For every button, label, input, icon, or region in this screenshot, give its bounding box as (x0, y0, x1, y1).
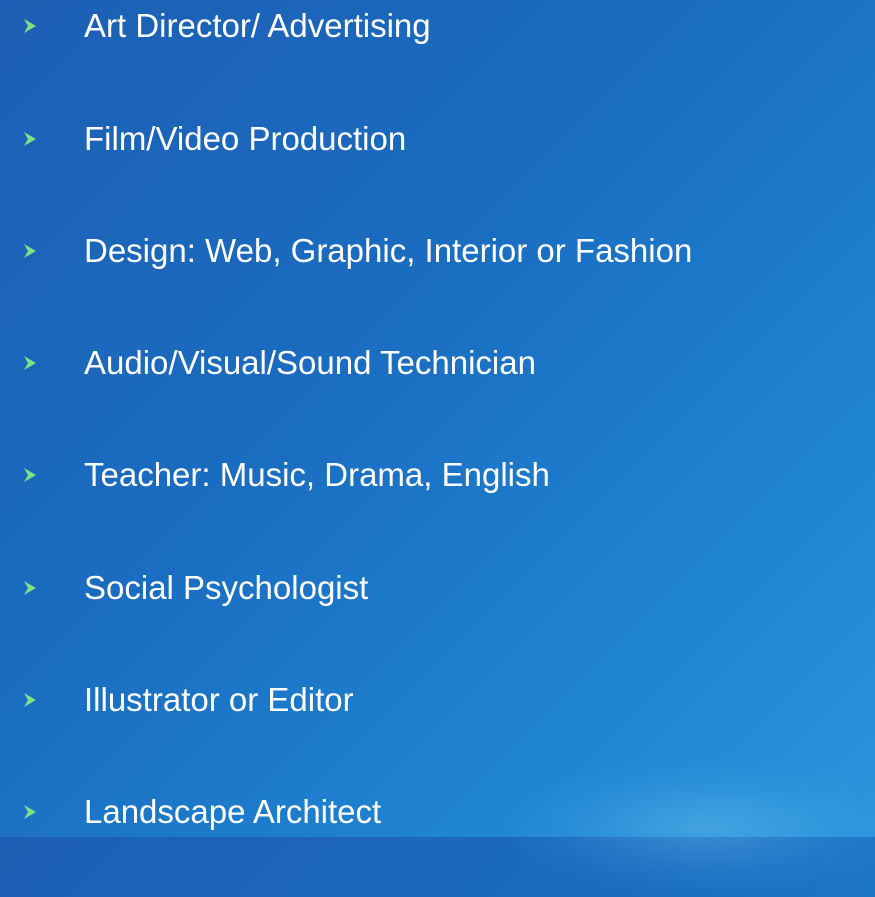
list-item: Film/Video Production (0, 114, 875, 164)
arrow-bullet-icon (22, 353, 38, 373)
list-item-label: Landscape Architect (84, 793, 382, 830)
list-item-label: Audio/Visual/Sound Technician (84, 344, 536, 381)
arrow-bullet-icon (22, 578, 38, 598)
list-item-label: Illustrator or Editor (84, 681, 354, 718)
list-item: Teacher: Music, Drama, English (0, 450, 875, 500)
list-item-label: Social Psychologist (84, 569, 369, 606)
list-item: Audio/Visual/Sound Technician (0, 338, 875, 388)
list-item: Landscape Architect (0, 787, 875, 837)
arrow-bullet-icon (22, 241, 38, 261)
arrow-bullet-icon (22, 129, 38, 149)
list-item-label: Teacher: Music, Drama, English (84, 456, 550, 493)
arrow-bullet-icon (22, 690, 38, 710)
list-item: Art Director/ Advertising (0, 1, 875, 51)
list-item-label: Art Director/ Advertising (84, 7, 431, 44)
arrow-bullet-icon (22, 16, 38, 36)
list-item-label: Design: Web, Graphic, Interior or Fashio… (84, 232, 693, 269)
list-item-label: Film/Video Production (84, 120, 407, 157)
arrow-bullet-icon (22, 802, 38, 822)
list-item: Social Psychologist (0, 563, 875, 613)
list-item: Illustrator or Editor (0, 675, 875, 725)
arrow-bullet-icon (22, 465, 38, 485)
list-item: Design: Web, Graphic, Interior or Fashio… (0, 226, 875, 276)
